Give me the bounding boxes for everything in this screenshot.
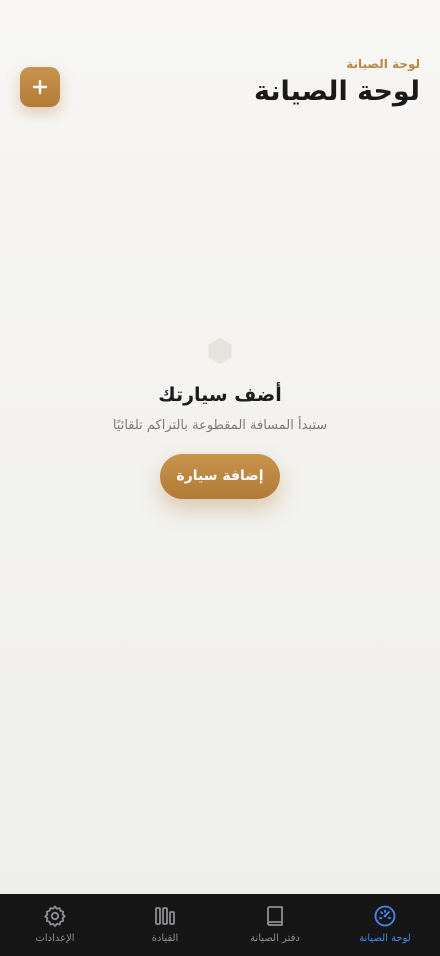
plus-icon (32, 79, 48, 95)
header-eyebrow: لوحة الصيانة (346, 57, 420, 71)
empty-state-title: أضف سيارتك (158, 384, 282, 406)
page-header: لوحة الصيانة لوحة الصيانة (254, 56, 420, 110)
tab-label: القيادة (151, 933, 179, 944)
tab-maintenance-log[interactable]: دفتر الصيانة (220, 894, 330, 956)
gear-icon (44, 905, 66, 927)
add-car-button[interactable]: إضافة سيارة (160, 454, 280, 499)
tab-driving[interactable]: القيادة (110, 894, 220, 956)
tab-bar: لوحة الصيانة دفتر الصيانة القيادة الإعدا… (0, 894, 440, 956)
book-icon (267, 906, 283, 926)
gauge-icon (374, 905, 396, 927)
tab-settings[interactable]: الإعدادات (0, 894, 110, 956)
empty-state-subtitle: ستبدأ المسافة المقطوعة بالتراكم تلقائيًا (112, 418, 328, 433)
empty-state: أضف سيارتك ستبدأ المسافة المقطوعة بالترا… (0, 336, 440, 499)
tab-label: دفتر الصيانة (250, 933, 300, 944)
bars-icon (155, 907, 175, 925)
page-title: لوحة الصيانة (254, 76, 420, 107)
add-car-fab-button[interactable] (20, 67, 60, 107)
tab-label: الإعدادات (35, 933, 75, 944)
tab-maintenance-dashboard[interactable]: لوحة الصيانة (330, 894, 440, 956)
tab-label: لوحة الصيانة (359, 933, 411, 944)
hexagon-icon (208, 338, 232, 364)
